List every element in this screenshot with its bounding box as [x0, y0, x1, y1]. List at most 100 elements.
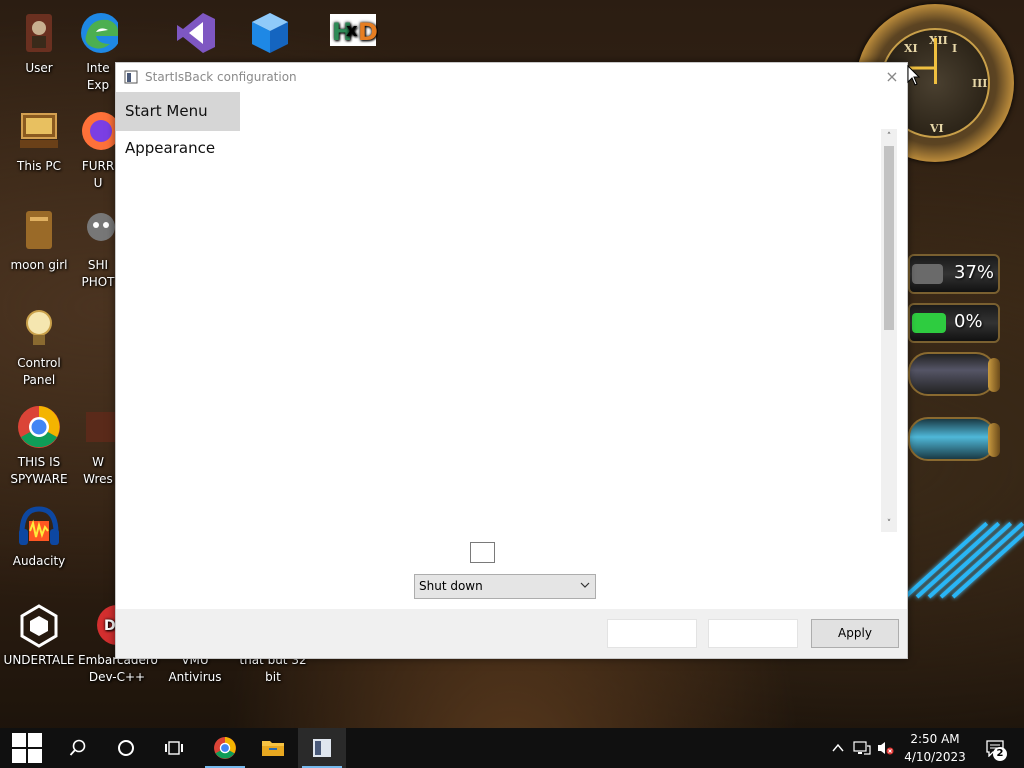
computer-icon	[16, 108, 62, 154]
chrome-icon	[214, 737, 236, 759]
search-button[interactable]	[54, 728, 102, 768]
gauge-fill	[912, 264, 944, 284]
power-action-dropdown[interactable]: Shut down	[414, 574, 596, 599]
desktop-icon-wrestling[interactable]: W Wres	[78, 404, 118, 488]
firefox-icon	[78, 108, 118, 154]
desktop-icon-label: THIS IS SPYWARE	[10, 455, 68, 486]
drive-tube-2	[908, 417, 1000, 461]
window-titlebar[interactable]: StartIsBack configuration ×	[116, 63, 907, 91]
search-icon	[69, 739, 86, 756]
desktop-icon-label: This PC	[17, 159, 61, 173]
desktop-icon-label: SHI PHOT	[81, 258, 115, 289]
desktop-icon-label: UNDERTALE	[3, 653, 75, 667]
rod	[915, 521, 1001, 599]
folder-icon	[16, 207, 62, 253]
clock-numeral: VI	[930, 122, 944, 135]
desktop-icon-visual-studio[interactable]	[157, 10, 235, 60]
svg-text:x: x	[346, 20, 358, 41]
network-icon	[853, 741, 871, 755]
taskbar-startisback[interactable]	[298, 728, 346, 768]
virtualbox-icon	[247, 10, 293, 56]
rod	[903, 521, 989, 599]
hxd-icon: HxD	[328, 10, 378, 56]
clock-numeral: I	[952, 42, 958, 55]
memory-gauge-text: 0%	[954, 311, 983, 332]
taskbar: 2:50 AM 4/10/2023 2	[0, 728, 1024, 768]
desktop-icon-label: FURR U	[81, 159, 115, 190]
network-tray-icon[interactable]	[850, 728, 874, 768]
scroll-up-arrow-icon[interactable]: ˄	[881, 129, 897, 145]
option-checkbox[interactable]	[470, 542, 495, 563]
mouse-cursor-icon	[907, 65, 921, 86]
desktop-icon-internet-explorer[interactable]: Inte Exp	[78, 10, 118, 94]
clock-numeral: XI	[904, 42, 918, 55]
task-view-icon	[165, 741, 183, 755]
desktop-icon-label: User	[25, 61, 53, 75]
vertical-scrollbar[interactable]: ˄ ˅	[881, 129, 897, 532]
startisback-config-window: StartIsBack configuration × Start Menu A…	[115, 62, 908, 659]
volume-tray-icon[interactable]	[874, 728, 896, 768]
decorative-rods	[903, 515, 1024, 615]
tube-cap	[988, 358, 1000, 392]
apply-button[interactable]: Apply	[811, 619, 899, 648]
clock-time: 2:50 AM	[910, 732, 960, 746]
game-icon	[78, 404, 118, 450]
lightbulb-icon	[16, 305, 62, 351]
notification-count-badge: 2	[993, 747, 1007, 761]
scroll-down-arrow-icon[interactable]: ˅	[881, 516, 897, 532]
taskbar-file-explorer[interactable]	[249, 728, 297, 768]
desktop-icon-this-pc[interactable]: This PC	[0, 108, 78, 175]
audacity-icon	[16, 503, 62, 549]
desktop-icon-label: Control Panel	[17, 356, 61, 387]
cpu-gauge-text: 37%	[954, 262, 995, 283]
chrome-icon	[16, 404, 62, 450]
show-hidden-icons-button[interactable]	[828, 728, 848, 768]
desktop-icon-hxd[interactable]: HxD	[312, 10, 390, 60]
nav-item-appearance[interactable]: Appearance	[116, 131, 240, 165]
desktop-icon-label: W Wres	[83, 455, 113, 486]
dialog-footer: Apply	[116, 609, 907, 658]
clock-numeral: XII	[929, 34, 948, 47]
startisback-app-icon	[313, 739, 331, 757]
volume-muted-icon	[878, 742, 894, 755]
footer-button-2[interactable]	[708, 619, 798, 648]
rod	[927, 521, 1013, 599]
start-button[interactable]	[3, 728, 51, 768]
desktop-icon-chrome[interactable]: THIS IS SPYWARE	[0, 404, 78, 488]
desktop-icon-user[interactable]: User	[0, 10, 78, 77]
dropdown-selected-value: Shut down	[419, 579, 483, 593]
desktop-icon-firefox[interactable]: FURR U	[78, 108, 118, 192]
chevron-down-icon	[580, 580, 590, 593]
svg-text:D: D	[358, 18, 378, 46]
desktop-icon-virtualbox[interactable]	[231, 10, 309, 60]
visual-studio-icon	[173, 10, 219, 56]
chevron-up-icon	[832, 743, 844, 752]
footer-button-1[interactable]	[607, 619, 697, 648]
settings-nav: Start Menu Appearance	[116, 92, 240, 165]
close-button[interactable]: ×	[877, 63, 907, 91]
window-title: StartIsBack configuration	[145, 70, 297, 84]
clock-date: 4/10/2023	[904, 750, 966, 764]
tube-cap	[988, 423, 1000, 457]
taskbar-clock[interactable]: 2:50 AM 4/10/2023	[894, 730, 976, 766]
taskbar-chrome[interactable]	[201, 728, 249, 768]
photo-app-icon	[78, 207, 118, 253]
rod	[939, 521, 1024, 599]
desktop-icon-label: moon girl	[10, 258, 68, 272]
startisback-app-icon	[124, 70, 138, 84]
cortana-icon	[118, 740, 134, 756]
drive-tube-1	[908, 352, 1000, 396]
windows-logo-icon	[12, 733, 42, 763]
desktop-icon-label: Inte Exp	[86, 61, 110, 92]
scroll-thumb[interactable]	[884, 146, 894, 330]
desktop-icon-audacity[interactable]: Audacity	[0, 503, 78, 570]
desktop-icon-control-panel[interactable]: Control Panel	[0, 305, 78, 389]
cortana-button[interactable]	[102, 728, 150, 768]
desktop-icon-moon-girl[interactable]: moon girl	[0, 207, 78, 274]
nav-item-start-menu[interactable]: Start Menu	[116, 92, 240, 131]
task-view-button[interactable]	[150, 728, 198, 768]
desktop-icon-label: Audacity	[12, 554, 66, 568]
desktop-icon-photo[interactable]: SHI PHOT	[78, 207, 118, 291]
desktop-icon-undertale[interactable]: UNDERTALE	[0, 602, 78, 669]
unity-icon	[16, 602, 62, 648]
